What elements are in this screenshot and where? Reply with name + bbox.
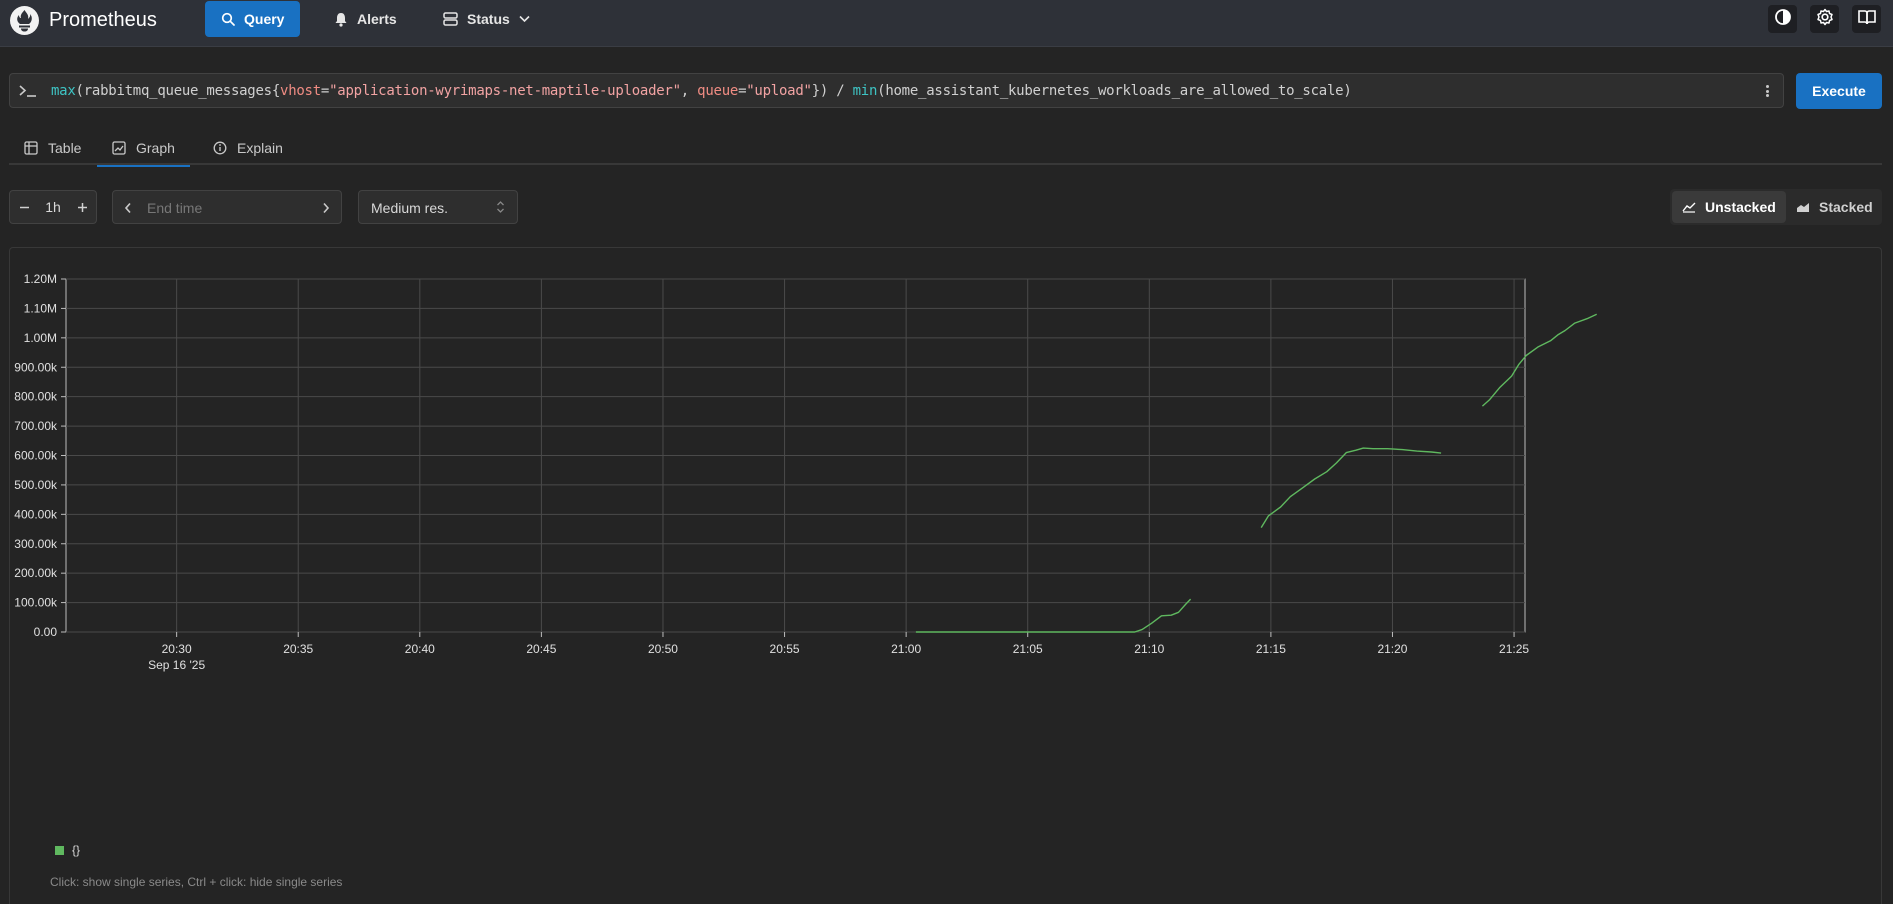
- area-chart-icon: [1796, 201, 1810, 213]
- query-expression-text[interactable]: max(rabbitmq_queue_messages{vhost="appli…: [51, 83, 1352, 99]
- server-icon: [443, 12, 458, 26]
- contrast-icon: [1774, 8, 1792, 31]
- range-control: 1h: [9, 190, 97, 224]
- y-tick-label: 200.00k: [14, 566, 58, 580]
- y-tick-label: 800.00k: [14, 390, 58, 404]
- book-icon: [1857, 9, 1876, 30]
- terminal-prompt-icon: [18, 83, 38, 104]
- unstacked-button[interactable]: Unstacked: [1672, 191, 1786, 223]
- y-tick-label: 600.00k: [14, 449, 58, 463]
- chevron-up-down-icon: [496, 200, 505, 219]
- graph-panel: 0.00 100.00k 200.00k 300.00k 400.00k 500.00k 6…: [9, 247, 1882, 904]
- prometheus-logo-icon: [10, 5, 39, 35]
- nav-status-label: Status: [467, 11, 510, 27]
- query-token: min: [852, 83, 878, 99]
- legend-series-label: {}: [72, 843, 81, 857]
- y-tick-label: 100.00k: [14, 596, 58, 610]
- line-chart-icon: [1682, 201, 1696, 213]
- settings-button[interactable]: [1810, 5, 1839, 33]
- x-tick-label: 20:55: [770, 642, 800, 656]
- decrease-range-button[interactable]: [10, 191, 38, 223]
- brand[interactable]: Prometheus: [10, 4, 157, 36]
- query-token: =: [320, 83, 330, 99]
- nav-query-label: Query: [244, 11, 285, 27]
- view-tabs: Table Graph Explain: [9, 130, 1882, 167]
- chevron-down-icon: [519, 15, 530, 23]
- stack-mode-toggle: Unstacked Stacked: [1670, 189, 1882, 225]
- query-token: vhost: [280, 83, 321, 99]
- tab-graph[interactable]: Graph: [97, 130, 190, 167]
- x-tick-label: 21:25: [1499, 642, 1529, 656]
- x-tick-label: 20:30: [162, 642, 192, 656]
- graph-icon: [112, 140, 126, 155]
- bell-icon: [334, 12, 348, 27]
- query-token: }) /: [811, 83, 853, 99]
- query-token: "application-wyrimaps-net-maptile-upload…: [329, 83, 681, 99]
- x-tick-label: 21:10: [1134, 642, 1164, 656]
- time-series-chart[interactable]: 0.00 100.00k 200.00k 300.00k 400.00k 500.00k 6…: [10, 248, 1883, 838]
- nav-status-dropdown[interactable]: Status: [427, 1, 546, 37]
- series-line: [1260, 447, 1442, 528]
- y-tick-label: 700.00k: [14, 419, 58, 433]
- stacked-button[interactable]: Stacked: [1786, 191, 1883, 223]
- increase-range-button[interactable]: [68, 191, 96, 223]
- gear-icon: [1816, 8, 1834, 31]
- nav-query-button[interactable]: Query: [205, 1, 301, 37]
- series-line: [1481, 313, 1597, 407]
- chevron-right-icon[interactable]: [322, 201, 330, 219]
- tab-explain-label: Explain: [237, 139, 283, 156]
- tab-explain[interactable]: Explain: [198, 130, 298, 165]
- legend-hint: Click: show single series, Ctrl + click:…: [50, 875, 343, 889]
- query-token: queue: [697, 83, 739, 99]
- stacked-label: Stacked: [1819, 199, 1873, 215]
- x-date-label: Sep 16 '25: [148, 658, 205, 672]
- legend-color-swatch: [55, 845, 64, 855]
- search-icon: [221, 12, 235, 26]
- resolution-value: Medium res.: [371, 200, 449, 216]
- docs-button[interactable]: [1852, 5, 1881, 33]
- x-tick-label: 21:20: [1377, 642, 1407, 656]
- query-token: ,: [680, 83, 698, 99]
- x-tick-label: 20:45: [526, 642, 556, 656]
- y-tick-label: 1.00M: [24, 331, 57, 345]
- theme-toggle-button[interactable]: [1768, 5, 1797, 33]
- unstacked-label: Unstacked: [1705, 199, 1776, 215]
- query-token: (home_assistant_kubernetes_workloads_are…: [877, 83, 1352, 99]
- chevron-left-icon[interactable]: [124, 201, 132, 219]
- query-token: "upload": [746, 83, 812, 99]
- query-token: (rabbitmq_queue_messages{: [75, 83, 281, 99]
- execute-button[interactable]: Execute: [1796, 73, 1882, 109]
- legend-item[interactable]: {}: [55, 843, 80, 857]
- query-token: max: [51, 83, 76, 99]
- tab-table[interactable]: Table: [9, 130, 96, 165]
- app-title: Prometheus: [49, 8, 157, 31]
- x-tick-label: 21:15: [1256, 642, 1286, 656]
- query-options-menu-icon[interactable]: [1759, 82, 1775, 100]
- nav-alerts-button[interactable]: Alerts: [318, 1, 413, 37]
- y-tick-label: 1.20M: [24, 272, 57, 286]
- info-icon: [213, 141, 227, 155]
- top-navbar: Prometheus Query Alerts Status: [0, 0, 1893, 47]
- end-time-placeholder: End time: [147, 200, 203, 216]
- y-tick-label: 0.00: [34, 625, 58, 639]
- tab-graph-label: Graph: [136, 139, 175, 156]
- x-tick-label: 20:40: [405, 642, 435, 656]
- x-tick-label: 21:05: [1013, 642, 1043, 656]
- nav-alerts-label: Alerts: [357, 11, 397, 27]
- y-tick-label: 1.10M: [24, 301, 57, 315]
- table-icon: [24, 140, 38, 155]
- query-expression-input[interactable]: max(rabbitmq_queue_messages{vhost="appli…: [9, 73, 1784, 108]
- y-tick-label: 500.00k: [14, 478, 58, 492]
- resolution-select[interactable]: Medium res.: [358, 190, 518, 224]
- x-tick-label: 20:50: [648, 642, 678, 656]
- range-value[interactable]: 1h: [38, 199, 68, 215]
- x-tick-label: 21:00: [891, 642, 921, 656]
- y-tick-label: 400.00k: [14, 507, 58, 521]
- tab-table-label: Table: [48, 139, 82, 156]
- y-tick-label: 900.00k: [14, 360, 58, 374]
- x-tick-label: 20:35: [283, 642, 313, 656]
- end-time-input[interactable]: End time: [112, 190, 342, 224]
- y-tick-label: 300.00k: [14, 537, 58, 551]
